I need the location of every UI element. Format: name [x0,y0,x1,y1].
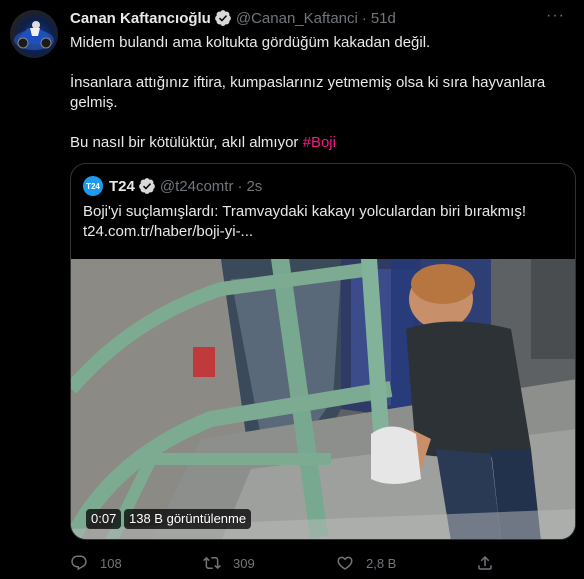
avatar[interactable] [10,10,58,58]
quoted-timestamp[interactable]: 2s [246,178,262,195]
retweet-icon [203,556,221,570]
quoted-text: Boji'yi suçlamışlardı: Tramvaydaki kakay… [83,202,563,242]
quoted-avatar[interactable]: T24 [83,176,103,196]
reply-button[interactable]: 108 [70,553,122,573]
heart-icon [337,556,353,570]
author-name[interactable]: Canan Kaftancıoğlu [70,10,211,27]
like-count: 2,8 B [366,555,397,571]
video-player[interactable]: 0:07 138 B görüntülenme [71,259,575,539]
tweet-last-line: Bu nasıl bir kötülüktür, akıl almıyor [70,134,299,151]
action-bar: 108 309 2,8 B [70,553,510,573]
tweet-paragraph: Bu nasıl bir kötülüktür, akıl almıyor #B… [70,133,560,153]
retweet-button[interactable]: 309 [203,553,255,573]
separator-dot: · [237,177,243,195]
like-button[interactable]: 2,8 B [336,553,396,573]
quoted-tweet[interactable]: T24 T24 @t24comtr · 2s Boji'yi suçlamışl… [70,163,576,540]
hashtag-link[interactable]: #Boji [303,134,336,151]
quoted-link[interactable]: t24.com.tr/haber/boji-yi-... [83,222,563,242]
video-duration-badge: 0:07 [86,509,122,529]
quoted-handle[interactable]: @t24comtr [160,178,234,195]
quoted-header: T24 T24 @t24comtr · 2s [83,176,262,196]
verified-badge-icon [214,9,232,27]
tweet[interactable]: Canan Kaftancıoğlu @Canan_Kaftanci · 51d… [0,0,584,579]
avatar-image [14,21,54,50]
timestamp[interactable]: 51d [371,10,396,27]
tweet-header: Canan Kaftancıoğlu @Canan_Kaftanci · 51d [70,8,396,28]
reply-icon [71,555,87,571]
quoted-author-name[interactable]: T24 [109,178,135,195]
share-button[interactable] [476,553,494,573]
reply-count: 108 [100,555,122,571]
share-icon [478,555,492,570]
quoted-text-line: Boji'yi suçlamışlardı: Tramvaydaki kakay… [83,203,527,220]
tweet-paragraph: Midem bulandı ama koltukta gördüğüm kaka… [70,34,431,51]
tweet-text: Midem bulandı ama koltukta gördüğüm kaka… [70,33,560,153]
separator-dot: · [361,9,367,27]
video-views-badge: 138 B görüntülenme [124,509,252,529]
video-thumbnail [71,259,575,539]
author-handle[interactable]: @Canan_Kaftanci [236,10,358,27]
verified-badge-icon [138,177,156,195]
more-options-icon[interactable]: ··· [546,8,566,26]
retweet-count: 309 [233,555,255,571]
tweet-paragraph: İnsanlara attığınız iftira, kumpaslarını… [70,74,546,111]
